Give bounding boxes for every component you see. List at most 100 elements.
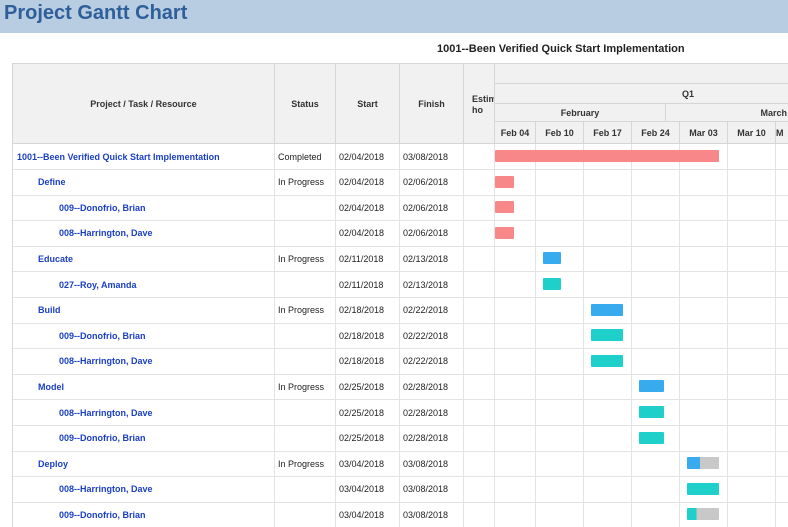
gantt-bar[interactable]: [495, 150, 720, 162]
resource-row[interactable]: 009--Donofrio, Brian 02/18/2018 02/22/2018: [13, 323, 788, 350]
row-status: [275, 400, 336, 425]
row-start-date: 02/18/2018: [336, 348, 400, 374]
gantt-bar[interactable]: [686, 457, 720, 470]
column-header-name[interactable]: Project / Task / Resource: [13, 64, 275, 144]
row-estimated-hours: [464, 323, 495, 349]
row-start-date: 02/25/2018: [336, 400, 400, 425]
row-name[interactable]: Build: [13, 297, 275, 323]
resource-row[interactable]: 008--Harrington, Dave 02/25/2018 02/28/201…: [13, 400, 788, 426]
row-estimated-hours: [464, 272, 495, 297]
gantt-bar[interactable]: [590, 329, 624, 342]
task-row[interactable]: Define In Progress 02/04/2018 02/06/2018: [13, 169, 788, 196]
row-status: Completed: [275, 144, 336, 169]
gantt-bar[interactable]: [590, 354, 624, 367]
week-header-2: Feb 17: [584, 122, 632, 144]
row-finish-date: 02/28/2018: [400, 374, 464, 400]
week-header-1: Feb 10: [536, 122, 584, 144]
task-row[interactable]: Educate In Progress 02/11/2018 02/13/2018: [13, 246, 788, 273]
gantt-bar[interactable]: [686, 508, 720, 521]
row-estimated-hours: [464, 144, 495, 169]
month-february: February: [495, 104, 666, 122]
row-name[interactable]: Define: [13, 169, 275, 195]
gantt-bar[interactable]: [590, 303, 624, 316]
gantt-bar[interactable]: [542, 278, 562, 290]
row-start-date: 02/04/2018: [336, 144, 400, 169]
gantt-bar[interactable]: [495, 226, 514, 239]
row-status: [275, 323, 336, 349]
row-start-date: 03/04/2018: [336, 502, 400, 527]
quarter-label: Q1: [682, 88, 695, 99]
resource-row[interactable]: 008--Harrington, Dave 02/04/2018 02/06/201…: [13, 220, 788, 247]
row-finish-date: 02/28/2018: [400, 425, 464, 451]
row-name[interactable]: 009--Donofrio, Brian: [13, 195, 275, 221]
task-row[interactable]: Build In Progress 02/18/2018 02/22/2018: [13, 297, 788, 324]
project-row[interactable]: 1001--Been Verified Quick Start Implemen…: [13, 144, 788, 170]
week-header-4: Mar 03: [680, 122, 728, 144]
gantt-bar[interactable]: [686, 482, 720, 495]
row-name[interactable]: 008--Harrington, Dave: [13, 348, 275, 374]
row-finish-date: 02/22/2018: [400, 297, 464, 323]
row-status: [275, 348, 336, 374]
column-header-status[interactable]: Status: [275, 64, 336, 144]
row-name[interactable]: 009--Donofrio, Brian: [13, 502, 275, 527]
row-name[interactable]: Deploy: [13, 451, 275, 477]
estimated-label-line2: ho: [472, 105, 483, 115]
gantt-bar[interactable]: [638, 406, 665, 418]
row-name[interactable]: Model: [13, 374, 275, 400]
gantt-bar[interactable]: [542, 252, 562, 265]
row-status: [275, 220, 336, 246]
gantt-bar[interactable]: [638, 431, 665, 444]
row-estimated-hours: [464, 169, 495, 195]
row-estimated-hours: [464, 451, 495, 477]
row-finish-date: 03/08/2018: [400, 476, 464, 502]
resource-row[interactable]: 009--Donofrio, Brian 03/04/2018 03/08/2018: [13, 502, 788, 527]
resource-row[interactable]: 027--Roy, Amanda 02/11/2018 02/13/2018: [13, 272, 788, 298]
row-name[interactable]: 027--Roy, Amanda: [13, 272, 275, 297]
resource-row[interactable]: 008--Harrington, Dave 03/04/2018 03/08/201…: [13, 476, 788, 503]
column-header-finish[interactable]: Finish: [400, 64, 464, 144]
timeline-quarter-band: Q1: [495, 84, 788, 104]
row-name[interactable]: 008--Harrington, Dave: [13, 220, 275, 246]
row-start-date: 02/11/2018: [336, 246, 400, 272]
gantt-bar[interactable]: [495, 175, 514, 188]
row-status: In Progress: [275, 169, 336, 195]
timeline-blank-band: [495, 64, 788, 84]
row-estimated-hours: [464, 348, 495, 374]
week-header-3: Feb 24: [632, 122, 680, 144]
column-header-estimated-hours[interactable]: Estim ho: [464, 64, 495, 144]
resource-row[interactable]: 009--Donofrio, Brian 02/25/2018 02/28/2018: [13, 425, 788, 452]
row-name[interactable]: 009--Donofrio, Brian: [13, 425, 275, 451]
gantt-bar[interactable]: [495, 201, 514, 214]
gantt-bar[interactable]: [638, 380, 665, 393]
report-title: 1001--Been Verified Quick Start Implemen…: [437, 43, 685, 55]
row-estimated-hours: [464, 400, 495, 425]
row-finish-date: 02/28/2018: [400, 400, 464, 425]
week-header-6: M: [776, 122, 788, 144]
row-estimated-hours: [464, 502, 495, 527]
column-header-start[interactable]: Start: [336, 64, 400, 144]
row-name[interactable]: 009--Donofrio, Brian: [13, 323, 275, 349]
row-name[interactable]: 1001--Been Verified Quick Start Implemen…: [13, 144, 275, 169]
title-bar: Project Gantt Chart: [0, 0, 788, 33]
row-finish-date: 03/08/2018: [400, 451, 464, 477]
row-start-date: 02/25/2018: [336, 425, 400, 451]
row-estimated-hours: [464, 374, 495, 400]
row-status: In Progress: [275, 374, 336, 400]
resource-row[interactable]: 008--Harrington, Dave 02/18/2018 02/22/201…: [13, 348, 788, 375]
row-estimated-hours: [464, 220, 495, 246]
row-name[interactable]: Educate: [13, 246, 275, 272]
row-finish-date: 02/06/2018: [400, 195, 464, 221]
row-name[interactable]: 008--Harrington, Dave: [13, 476, 275, 502]
resource-row[interactable]: 009--Donofrio, Brian 02/04/2018 02/06/2018: [13, 195, 788, 222]
row-finish-date: 02/22/2018: [400, 323, 464, 349]
row-status: [275, 476, 336, 502]
app-title: Project Gantt Chart: [4, 2, 188, 24]
row-status: [275, 502, 336, 527]
task-row[interactable]: Deploy In Progress 03/04/2018 03/08/2018: [13, 451, 788, 478]
row-start-date: 02/04/2018: [336, 220, 400, 246]
row-finish-date: 02/22/2018: [400, 348, 464, 374]
task-row[interactable]: Model In Progress 02/25/2018 02/28/2018: [13, 374, 788, 401]
row-name[interactable]: 008--Harrington, Dave: [13, 400, 275, 425]
month-march: March: [666, 104, 788, 122]
row-status: In Progress: [275, 297, 336, 323]
